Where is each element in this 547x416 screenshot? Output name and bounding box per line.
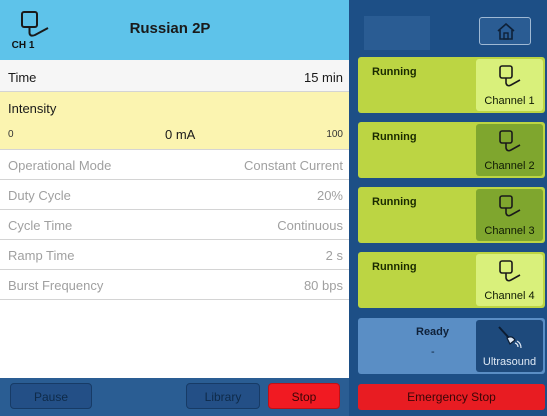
param-label: Burst Frequency	[8, 278, 104, 293]
channel-card-3: Running Channel 3	[358, 187, 545, 243]
param-value: Continuous	[277, 218, 343, 233]
channel-status: Running	[372, 196, 417, 208]
channel-1-button[interactable]: Channel 1	[476, 59, 543, 111]
param-label: Cycle Time	[8, 218, 73, 233]
ultrasound-button-label: Ultrasound	[482, 356, 537, 368]
intensity-label: Intensity	[8, 101, 57, 116]
stop-button[interactable]: Stop	[268, 383, 340, 409]
ultrasound-status: Ready	[416, 326, 450, 338]
channel-button-label: Channel 2	[484, 160, 535, 172]
protocol-title: Russian 2P	[129, 20, 211, 37]
electrode-lead-icon	[499, 65, 521, 87]
ramp-time-row[interactable]: Ramp Time 2 s	[0, 240, 349, 270]
operational-mode-row[interactable]: Operational Mode Constant Current	[0, 150, 349, 180]
time-label: Time	[8, 70, 37, 85]
ultrasound-card: Ready - Ultrasound	[358, 318, 545, 374]
channel-card-2: Running Channel 2	[358, 122, 545, 178]
action-bar: Pause Library Stop	[0, 378, 349, 416]
channel-status: Running	[372, 66, 417, 78]
param-value: 2 s	[325, 248, 343, 263]
channel-number-label: CH 1	[11, 40, 35, 51]
library-button[interactable]: Library	[186, 383, 260, 409]
channels-panel: Running Channel 1 Running Channel 2 Runn…	[349, 0, 547, 416]
param-label: Duty Cycle	[8, 188, 71, 203]
intensity-min: 0	[8, 129, 14, 140]
channel-card-1: Running Channel 1	[358, 57, 545, 113]
ultrasound-probe-icon	[498, 326, 522, 349]
channel-button-label: Channel 1	[484, 95, 535, 107]
param-value: Constant Current	[244, 158, 343, 173]
channel-4-button[interactable]: Channel 4	[476, 254, 543, 306]
burst-frequency-row[interactable]: Burst Frequency 80 bps	[0, 270, 349, 300]
home-button[interactable]	[479, 17, 531, 45]
channel-3-button[interactable]: Channel 3	[476, 189, 543, 241]
panel-header: CH 1 Russian 2P	[0, 0, 349, 60]
intensity-row[interactable]: Intensity 0 0 mA 100	[0, 92, 349, 150]
channel-status: Running	[372, 261, 417, 273]
duty-cycle-row[interactable]: Duty Cycle 20%	[0, 180, 349, 210]
param-label: Ramp Time	[8, 248, 75, 263]
ultrasound-button[interactable]: Ultrasound	[476, 320, 543, 372]
channel-card-4: Running Channel 4	[358, 252, 545, 308]
param-value: 20%	[316, 188, 343, 203]
channel-button-label: Channel 4	[484, 290, 535, 302]
electrode-lead-icon	[499, 195, 521, 217]
param-label: Operational Mode	[8, 158, 112, 173]
electrode-lead-icon	[499, 260, 521, 282]
param-value: 80 bps	[303, 278, 343, 293]
channel-button-label: Channel 3	[484, 225, 535, 237]
intensity-current: 0 mA	[165, 127, 196, 142]
channel-2-button[interactable]: Channel 2	[476, 124, 543, 176]
pause-button[interactable]: Pause	[10, 383, 92, 409]
ultrasound-detail: -	[431, 346, 435, 358]
time-row[interactable]: Time 15 min	[0, 60, 349, 92]
status-area	[364, 16, 430, 50]
cycle-time-row[interactable]: Cycle Time Continuous	[0, 210, 349, 240]
channel-status: Running	[372, 131, 417, 143]
channel-settings-panel: CH 1 Russian 2P Time 15 min Intensity 0 …	[0, 0, 349, 416]
home-icon	[497, 23, 515, 40]
time-value: 15 min	[303, 70, 343, 85]
electrode-lead-icon	[499, 130, 521, 152]
intensity-max: 100	[326, 129, 343, 140]
emergency-stop-button[interactable]: Emergency Stop	[358, 384, 545, 410]
